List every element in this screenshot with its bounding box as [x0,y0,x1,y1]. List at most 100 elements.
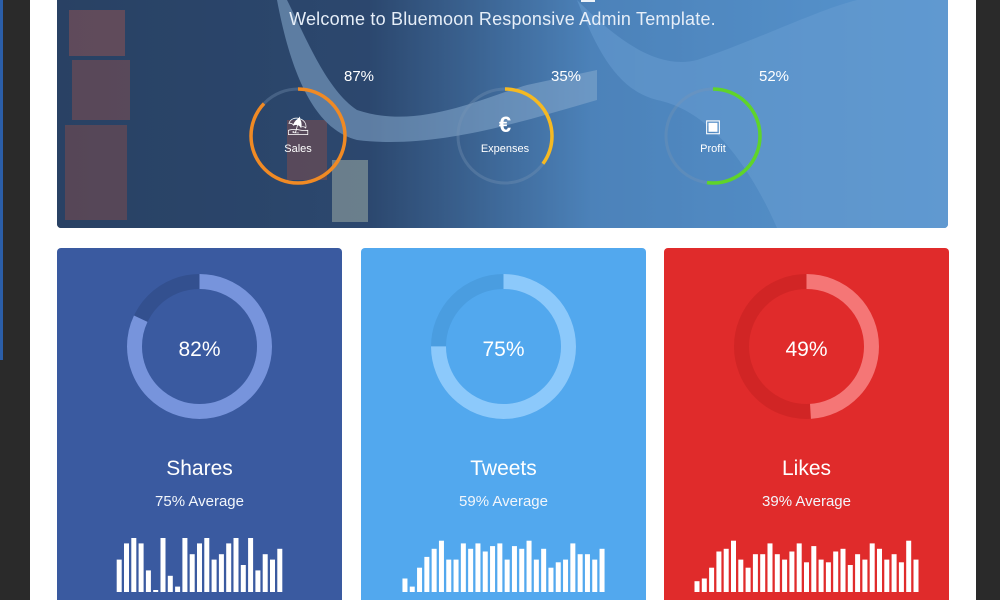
spark-bar [504,559,510,592]
spark-bar [511,546,517,592]
card-likes: 49% Likes 39% Average [664,248,949,600]
spark-bar [840,548,846,592]
spark-bar [555,562,561,592]
spark-bar [767,543,773,592]
likes-title: Likes [781,457,832,480]
spark-bar [716,551,722,592]
spark-bar [833,551,839,592]
spark-bar [482,551,488,592]
spark-bar [160,538,166,592]
spark-bar [869,543,875,592]
spark-bar [738,559,744,592]
spark-bar [760,554,766,592]
spark-bar [906,540,912,592]
spark-bar [701,578,707,592]
spark-bar [233,538,239,592]
beach-umbrella-icon: ⛱ [286,116,310,136]
spark-bar [782,559,788,592]
spark-bar [424,556,430,592]
spark-bar [818,559,824,592]
spark-bar [862,559,868,592]
tweets-title: Tweets [470,457,537,480]
gauge-sales-percent: 87% [344,68,375,85]
spark-bar [182,538,188,592]
window-edge-line [0,0,3,360]
gauge-profit-label: Profit [700,143,726,155]
spark-bar [431,548,437,592]
spark-bar [270,559,275,592]
gauge-sales-label: Sales [284,143,312,155]
spark-bar [752,554,758,592]
shares-title: Shares [166,457,233,480]
spark-bar [599,548,605,592]
spark-bar [563,559,569,592]
spark-bar [548,567,554,592]
card-tweets: 75% Tweets 59% Average [361,248,646,600]
spark-bar [745,567,751,592]
likes-sparkbars [694,540,919,592]
card-shares: 82% Shares 75% Average [57,248,342,600]
gauge-profit-ring [664,87,762,185]
gauge-expenses-ring [456,87,554,185]
spark-bar [255,570,261,592]
spark-bar [197,543,202,592]
gauge-expenses-label: Expenses [480,143,530,155]
gauge-expenses: 35% € Expenses [455,68,581,196]
spark-bar [460,543,466,592]
spark-bar [438,540,444,592]
spark-bar [131,538,137,592]
tweets-sparkbars [402,540,605,592]
hero-title-cut-off [581,0,595,2]
spark-bar [409,586,415,592]
spark-bar [898,562,904,592]
hero-banner: Welcome to Bluemoon Responsive Admin Tem… [57,0,948,228]
shares-average: 75% Average [155,493,244,510]
tweets-percent: 75% [482,338,525,361]
likes-percent: 49% [785,338,828,361]
gauge-profit-percent: 52% [759,68,790,85]
spark-bar [240,565,246,592]
spark-bar [175,586,181,592]
spark-bar [417,567,423,592]
spark-bar [277,548,283,592]
spark-bar [789,551,795,592]
likes-average: 39% Average [762,493,851,510]
spark-bar [475,543,481,592]
spark-bar [453,559,459,592]
spark-bar [490,546,496,592]
spark-bar [584,554,590,592]
spark-bar [533,559,539,592]
spark-bar [497,543,503,592]
spark-bar [855,554,861,592]
spark-bar [804,562,809,592]
spark-bar [694,581,700,592]
gauge-sales: 87% ⛱ Sales [248,68,374,196]
spark-bar [577,554,583,592]
spark-bar [262,554,268,592]
spark-bar [731,540,736,592]
spark-bar [526,540,532,592]
tweets-average: 59% Average [459,493,548,510]
spark-bar [468,548,474,592]
gauge-profit: 52% ▣ Profit [663,68,789,196]
spark-bar [847,565,853,592]
gauge-expenses-percent: 35% [551,68,582,85]
spark-bar [226,543,232,592]
spark-bar [891,554,897,592]
spark-bar [124,543,129,592]
spark-bar [825,562,831,592]
spark-bar [913,559,919,592]
spark-bar [592,559,598,592]
spark-bar [189,554,195,592]
spark-bar [218,554,224,592]
spark-bar [145,570,151,592]
spark-bar [570,543,576,592]
spark-bar [167,575,173,592]
spark-bar [204,538,210,592]
spark-bar [446,559,452,592]
euro-icon: € [498,112,512,137]
spark-bar [519,548,525,592]
spark-bar [116,559,122,592]
spark-bar [796,543,802,592]
spark-bar [541,548,547,592]
